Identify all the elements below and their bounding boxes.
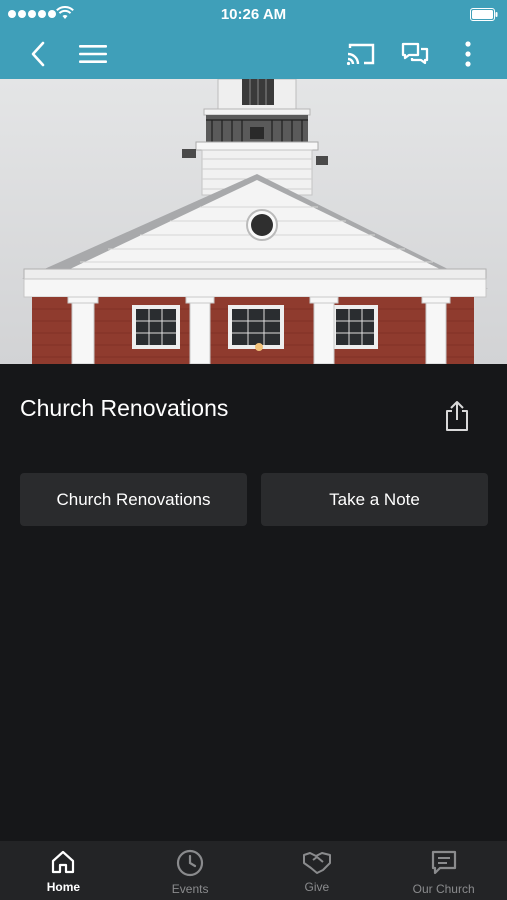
status-time: 10:26 AM — [220, 6, 287, 23]
nav-bar — [0, 28, 507, 79]
chat-bubbles-icon — [401, 42, 429, 65]
hamburger-menu-icon — [79, 45, 107, 63]
handshake-icon — [302, 852, 331, 874]
cast-button[interactable] — [341, 34, 381, 74]
tab-home-label: Home — [46, 880, 81, 894]
chevron-left-icon — [31, 41, 45, 67]
cast-icon — [346, 43, 375, 66]
page-title: Church Renovations — [20, 395, 229, 421]
battery-icon — [470, 8, 498, 21]
church-renovations-button[interactable]: Church Renovations — [20, 473, 247, 526]
share-icon — [446, 401, 468, 431]
tab-home[interactable]: Home — [0, 841, 127, 900]
take-a-note-button[interactable]: Take a Note — [261, 473, 488, 526]
back-button[interactable] — [18, 34, 58, 74]
tab-our-church[interactable]: Our Church — [380, 841, 507, 900]
tab-give-label: Give — [304, 880, 330, 894]
more-options-button[interactable] — [448, 34, 488, 74]
tab-events-label: Events — [171, 882, 209, 896]
tab-bar: Home Events Give Our Church — [0, 841, 507, 900]
share-button[interactable] — [440, 398, 474, 434]
message-icon — [431, 850, 456, 875]
tab-give[interactable]: Give — [254, 841, 381, 900]
home-icon — [52, 850, 75, 874]
top-bar: 10:26 AM — [0, 0, 507, 79]
clock-icon — [177, 849, 204, 877]
hero-image — [0, 79, 507, 364]
chat-button[interactable] — [395, 34, 435, 74]
more-vertical-icon — [465, 41, 471, 67]
church-steeple-image — [0, 79, 507, 364]
tab-our-church-label: Our Church — [412, 882, 475, 896]
status-bar: 10:26 AM — [0, 0, 507, 28]
menu-button[interactable] — [73, 34, 113, 74]
tab-events[interactable]: Events — [127, 841, 254, 900]
